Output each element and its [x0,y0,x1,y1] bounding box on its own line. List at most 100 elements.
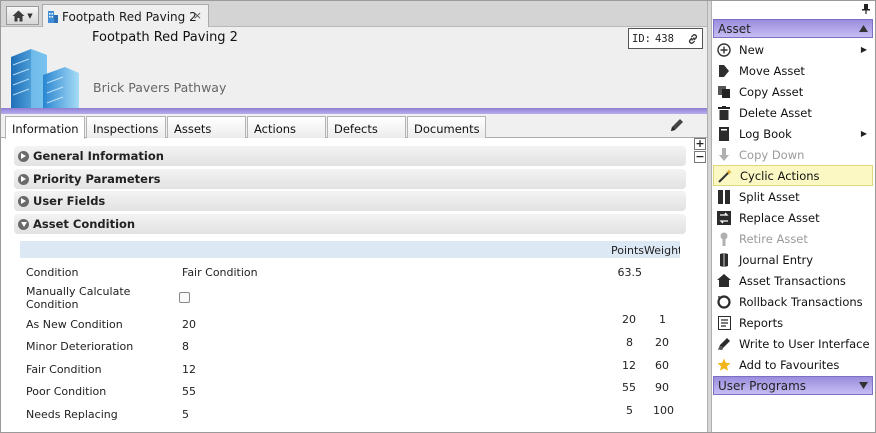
asset-tabs: Information Inspections Assets Actions D… [1,114,707,139]
menu-item-label: Split Asset [739,189,800,204]
document-tab[interactable]: Footpath Red Paving 2 × [42,4,209,28]
tab-documents[interactable]: Documents [407,116,486,138]
menu-item-label: Cyclic Actions [740,168,820,183]
menu-header-asset[interactable]: Asset [713,19,873,38]
rollback-icon [716,294,732,310]
move-icon [716,63,732,79]
split-icon [716,189,732,205]
minor-deterioration-points: 8 [626,336,633,349]
menu-item-reports[interactable]: Reports [713,312,873,333]
document-tab-title: Footpath Red Paving 2 [62,9,197,24]
menu-item-journal-entry[interactable]: Journal Entry [713,249,873,270]
needs-replacing-value: 5 [182,408,189,421]
asset-subtitle: Brick Pavers Pathway [93,80,227,95]
collapse-all-button[interactable]: − [694,151,706,163]
menu-item-label: Asset Transactions [739,273,846,288]
expand-icon [18,150,29,162]
chevron-down-icon: ▼ [27,11,33,20]
menu-item-split-asset[interactable]: Split Asset [713,186,873,207]
menu-item-replace-asset[interactable]: Replace Asset [713,207,873,228]
as-new-points: 20 [622,313,636,326]
condition-points: 63.5 [617,266,643,279]
section-label: General Information [33,149,164,163]
id-value: 438 [654,32,674,45]
fair-condition-label: Fair Condition [26,363,102,376]
menu-item-label: Copy Asset [739,84,804,99]
collapse-arrow-icon [859,25,868,32]
menu-item-delete-asset[interactable]: Delete Asset [713,102,873,123]
menu-item-asset-transactions[interactable]: Asset Transactions [713,270,873,291]
needs-replacing-label: Needs Replacing [26,408,118,421]
write-icon [716,336,732,352]
menu-item-copy-asset[interactable]: Copy Asset [713,81,873,102]
as-new-label: As New Condition [26,318,123,331]
points-weight-header: PointsWeight [611,244,680,257]
poor-condition-value: 55 [182,385,196,398]
tab-information[interactable]: Information [5,116,85,139]
menu-item-log-book[interactable]: Log Book ▶ [713,123,873,144]
expand-icon [18,195,29,207]
fair-condition-weight: 60 [655,359,669,372]
journal-icon [716,252,732,268]
replace-icon [716,210,732,226]
menu-item-write-to-user-interface[interactable]: Write to User Interface [713,333,873,354]
menu-item-label: Reports [739,315,784,330]
section-label: Priority Parameters [33,172,161,186]
menu-header-label: User Programs [718,379,807,393]
wand-icon [717,168,733,184]
menu-item-add-to-favourites[interactable]: Add to Favourites [713,354,873,375]
expand-icon [18,173,29,185]
expand-arrow-icon [859,382,868,389]
tab-defects[interactable]: Defects [327,116,406,138]
link-icon[interactable] [687,33,699,45]
section-label: Asset Condition [33,217,136,231]
condition-value: Fair Condition [182,266,258,279]
menu-item-rollback-transactions[interactable]: Rollback Transactions [713,291,873,312]
fair-condition-points: 12 [622,359,636,372]
home-menu-button[interactable]: ▼ [6,6,39,25]
section-asset-condition[interactable]: Asset Condition [14,214,686,234]
tab-inspections[interactable]: Inspections [86,116,166,138]
menu-item-new[interactable]: New ▶ [713,39,873,60]
as-new-weight: 1 [659,313,666,326]
collapse-icon [18,218,29,230]
star-icon [716,357,732,373]
book-icon [716,126,732,142]
expand-collapse-controls: + − [694,138,707,164]
menu-item-label: Write to User Interface [739,336,870,351]
menu-item-label: Move Asset [739,63,805,78]
tab-actions[interactable]: Actions [247,116,326,138]
close-tab-icon[interactable]: × [193,9,202,22]
section-general-information[interactable]: General Information [14,146,686,166]
document-tab-strip: ▼ Footpath Red Paving 2 × [1,1,707,28]
menu-item-label: Copy Down [739,147,805,162]
section-user-fields[interactable]: User Fields [14,191,686,211]
pin-icon[interactable] [862,4,870,14]
pencil-icon[interactable] [669,117,685,133]
menu-item-label: New [739,42,765,57]
expand-all-button[interactable]: + [694,138,706,150]
menu-item-label: Rollback Transactions [739,294,863,309]
minor-deterioration-label: Minor Deterioration [26,340,134,353]
fair-condition-value: 12 [182,363,196,376]
needs-replacing-points: 5 [626,404,633,417]
menu-item-move-asset[interactable]: Move Asset [713,60,873,81]
section-priority-parameters[interactable]: Priority Parameters [14,169,686,189]
menu-item-copy-down: Copy Down [713,144,873,165]
as-new-value: 20 [182,318,196,331]
tab-assets[interactable]: Assets [167,116,246,138]
menu-item-label: Replace Asset [739,210,820,225]
poor-condition-label: Poor Condition [26,385,107,398]
submenu-arrow-icon: ▶ [860,129,867,138]
menu-item-retire-asset: Retire Asset [713,228,873,249]
reports-icon [716,315,732,331]
menu-item-cyclic-actions[interactable]: Cyclic Actions [713,165,873,186]
trash-icon [716,105,732,121]
condition-label: Condition [26,266,79,279]
menu-item-label: Add to Favourites [739,357,840,372]
menu-header-user-programs[interactable]: User Programs [713,376,873,395]
menu-item-label: Retire Asset [739,231,808,246]
poor-condition-weight: 90 [655,381,669,394]
manual-calc-checkbox[interactable] [179,292,190,303]
menu-item-label: Journal Entry [739,252,814,267]
